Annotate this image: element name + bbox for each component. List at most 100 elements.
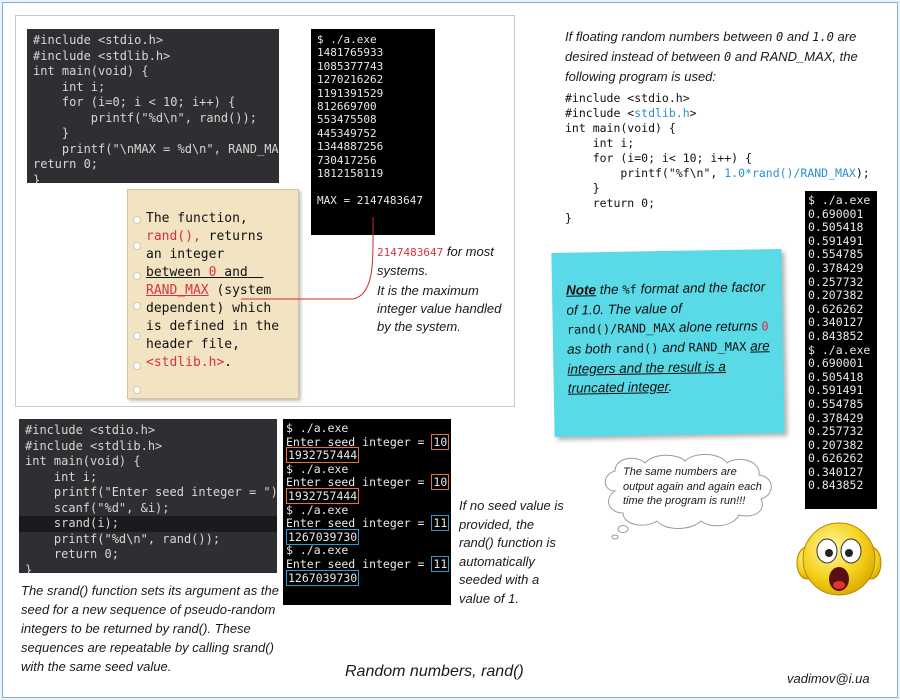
terminal-line: 0.591491 xyxy=(808,383,864,398)
terminal-line: 1267039730 xyxy=(286,528,448,545)
terminal-line: 1344887256 xyxy=(317,140,384,154)
code-line: return 0; xyxy=(33,157,99,171)
note-zero: 0 xyxy=(208,265,217,280)
sticky-text-part: as both xyxy=(566,340,612,357)
sticky-zero: 0 xyxy=(761,319,769,334)
seed-value: 10 xyxy=(431,474,450,491)
float-intro-text: If floating random numbers between 0 and… xyxy=(565,27,887,86)
terminal-line: 0.690001 xyxy=(808,206,864,221)
terminal-line: $ ./a.exe xyxy=(317,33,377,46)
terminal-line: 1932757444 xyxy=(286,447,448,464)
terminal-line: 0.207382 xyxy=(808,437,864,452)
code-token: 1.0*rand()/RAND_MAX xyxy=(724,166,856,180)
rand-max-value: 2147483647 xyxy=(377,246,444,259)
code-line: for (i=0; i< 10; i++) { xyxy=(565,151,752,165)
code-line: #include <stdio.h> xyxy=(565,91,690,105)
author-credit: vadimov@i.ua xyxy=(787,671,870,686)
code-line: int i; xyxy=(25,469,98,484)
note-randmax: RAND_MAX xyxy=(146,283,209,298)
terminal-line: $ ./a.exe xyxy=(286,421,349,435)
code-line: return 0; xyxy=(25,547,119,561)
callout-desc: It is the maximum integer value handled … xyxy=(377,283,502,334)
terminal-line: 1085377743 xyxy=(317,59,384,73)
rand-max-callout: 2147483647 for most systems. It is the m… xyxy=(377,243,511,336)
note-text: is defined in the xyxy=(146,319,280,334)
thought-cloud-text: The same numbers are output again and ag… xyxy=(623,466,762,507)
terminal-line: 0.207382 xyxy=(808,288,864,303)
terminal-line: 1270216262 xyxy=(317,73,384,87)
connector-line xyxy=(241,217,374,300)
sticky-code: %f xyxy=(622,282,637,297)
code-line: int main(void) { xyxy=(25,454,141,468)
sticky-text: Note the %f format and the factor of 1.0… xyxy=(566,277,774,398)
terminal-line: 445349752 xyxy=(317,126,377,140)
rand-output: 1267039730 xyxy=(286,569,360,586)
slide: #include <stdio.h> #include <stdlib.h> i… xyxy=(2,2,898,698)
terminal-line: 0.505418 xyxy=(808,220,864,235)
terminal-output-srand: $ ./a.exe Enter seed integer = 10 193275… xyxy=(283,419,451,605)
intro-text: and xyxy=(786,29,809,44)
code-line: } xyxy=(25,562,33,574)
terminal-line: 0.626262 xyxy=(808,301,864,316)
terminal-line: $ ./a.exe xyxy=(808,342,871,357)
code-token: printf("%f\n", xyxy=(565,166,725,180)
note-rand: rand(), xyxy=(146,229,201,244)
note-text: between xyxy=(146,265,201,280)
terminal-line: 0.257732 xyxy=(808,424,864,439)
code-line: int main(void) { xyxy=(33,64,149,78)
code-block-srand: #include <stdio.h> #include <stdlib.h> i… xyxy=(19,419,277,573)
terminal-line: 1267039730 xyxy=(286,569,448,586)
code-line: } xyxy=(33,126,70,140)
code-token: > xyxy=(689,106,697,120)
intro-text: If floating random numbers between xyxy=(565,29,773,44)
code-line: #include <stdio.h> xyxy=(25,423,156,437)
sticky-text-part: . xyxy=(668,378,673,394)
note-header: <stdlib.h> xyxy=(146,355,225,370)
code-token: stdlib.h xyxy=(634,106,690,120)
sticky-code: RAND_MAX xyxy=(688,339,747,355)
code-line: scanf("%d", &i); xyxy=(25,500,170,515)
sticky-note-label: Note xyxy=(565,282,597,298)
terminal-line: 0.257732 xyxy=(808,274,864,289)
code-line-highlighted: srand(i); xyxy=(19,516,277,532)
seed-note: If no seed value is provided, the rand()… xyxy=(459,498,564,606)
code-line: printf("Enter seed integer = "); xyxy=(25,485,277,499)
terminal-line: 0.690001 xyxy=(808,356,864,371)
slide-title: Random numbers, rand() xyxy=(345,663,524,680)
code-line: printf("%d\n", rand()); xyxy=(33,110,257,125)
terminal-line: 1191391529 xyxy=(317,86,384,100)
terminal-line: 0.843852 xyxy=(808,328,864,343)
terminal-line: 0.378429 xyxy=(808,410,864,425)
code-line: #include <stdlib.h> xyxy=(565,106,885,121)
seed-value: 11 xyxy=(431,515,450,532)
seed-value: 10 xyxy=(431,433,450,450)
sticky-text-part: the xyxy=(599,281,619,298)
terminal-line: 0.505418 xyxy=(808,369,864,384)
terminal-line: 0.843852 xyxy=(808,478,864,493)
terminal-line: 1481765933 xyxy=(317,46,384,60)
terminal-line: 0.378429 xyxy=(808,260,864,275)
terminal-line: 0.340127 xyxy=(808,464,864,479)
sticky-code: rand()/RAND_MAX xyxy=(566,320,676,337)
terminal-line: $ ./a.exe xyxy=(808,193,871,207)
srand-description: The srand() function sets its argument a… xyxy=(21,583,279,674)
terminal-line: $ ./a.exe xyxy=(286,543,349,558)
note-text: an integer xyxy=(146,247,225,262)
seed-value: 11 xyxy=(431,555,450,572)
rand-output: 1932757444 xyxy=(286,447,360,464)
rand-output: 1267039730 xyxy=(286,528,360,545)
sticky-text-part: and xyxy=(662,339,685,356)
code-line: #include <stdlib.h> xyxy=(25,438,163,453)
terminal-output-float: $ ./a.exe 0.690001 0.505418 0.591491 0.5… xyxy=(805,191,877,509)
code-line: int main(void) { xyxy=(565,121,676,135)
code-token: ); xyxy=(855,166,870,180)
terminal-line: 1932757444 xyxy=(286,487,448,504)
code-token: #include < xyxy=(565,106,635,120)
intro-code: 0 xyxy=(724,50,732,64)
code-line: for (i=0; i < 10; i++) { xyxy=(33,95,236,109)
terminal-line: 0.340127 xyxy=(808,315,864,330)
note-text: . xyxy=(224,355,233,370)
code-line: #include <stdlib.h> xyxy=(33,48,171,63)
seed-label: Enter seed integer = xyxy=(286,556,432,571)
